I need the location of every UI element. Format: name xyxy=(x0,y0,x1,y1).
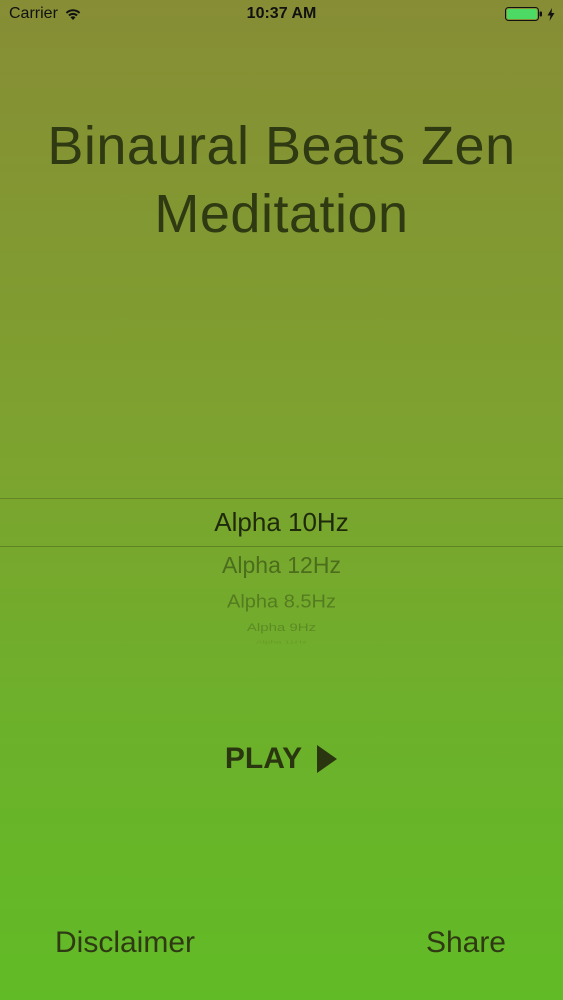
play-icon xyxy=(317,745,338,773)
picker-item[interactable]: Alpha 12Hz xyxy=(0,552,563,579)
battery-icon xyxy=(505,7,542,21)
app-title: Binaural Beats Zen Meditation xyxy=(47,116,516,244)
picker-item[interactable]: Alpha 9Hz xyxy=(0,621,563,634)
picker-item[interactable]: Alpha 8.5Hz xyxy=(0,592,563,613)
frequency-picker[interactable]: Alpha 10Hz Alpha 12Hz Alpha 8.5Hz Alpha … xyxy=(0,498,563,648)
status-bar: Carrier 10:37 AM xyxy=(0,0,563,30)
picker-item-selected[interactable]: Alpha 10Hz xyxy=(0,507,563,538)
picker-item[interactable]: Alpha 11Hz xyxy=(0,640,563,645)
status-time: 10:37 AM xyxy=(246,5,317,22)
status-indicators xyxy=(505,7,555,21)
play-button[interactable]: PLAY xyxy=(0,742,563,776)
disclaimer-button[interactable]: Disclaimer xyxy=(55,926,195,960)
play-button-label: PLAY xyxy=(224,742,303,775)
charging-bolt-icon xyxy=(547,7,555,21)
share-button[interactable]: Share xyxy=(426,926,506,960)
